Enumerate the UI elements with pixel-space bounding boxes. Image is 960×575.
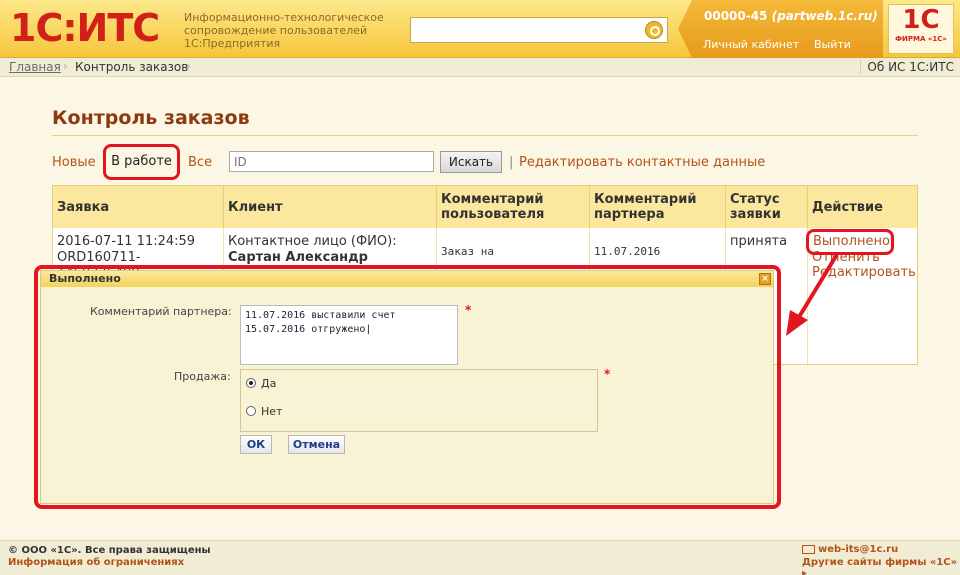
user-code: 00000-45 (partweb.1c.ru) — [704, 9, 878, 23]
breadcrumb: Главная › Контроль заказов › Об ИС 1С:ИТ… — [0, 58, 960, 77]
user-id: 00000-45 — [704, 9, 768, 23]
column-client: Клиент — [224, 186, 437, 228]
logout-link[interactable]: Выйти — [814, 38, 851, 51]
about-link[interactable]: Об ИС 1С:ИТС — [860, 60, 954, 74]
copyright: © ООО «1С». Все права защищены — [8, 545, 211, 556]
page-title: Контроль заказов — [52, 107, 250, 129]
filter-separator: | — [509, 155, 514, 170]
site-tagline: Информационно-технологическое сопровожде… — [184, 11, 384, 50]
brand-logo-caption: ФИРМА «1С» — [895, 35, 947, 43]
search-input[interactable] — [410, 17, 668, 43]
email-text: web-its@1c.ru — [818, 544, 899, 555]
column-user-comment: Комментарий пользователя — [437, 186, 590, 228]
breadcrumb-home[interactable]: Главная — [9, 60, 61, 74]
filter-all[interactable]: Все — [188, 155, 212, 170]
email-link[interactable]: web-its@1c.ru — [802, 544, 898, 555]
firm-1c-logo[interactable]: 1С ФИРМА «1С» — [888, 4, 954, 54]
chevron-right-icon: › — [63, 59, 68, 73]
status-text: принята — [730, 234, 788, 249]
client-name: Сартан Александр — [228, 250, 368, 265]
brand-logo-mark: 1С — [902, 5, 940, 35]
search-button[interactable]: Искать — [440, 151, 502, 173]
annotation-arrow-icon — [786, 254, 838, 336]
order-date: 2016-07-11 11:24:59 — [57, 234, 196, 249]
other-sites-link[interactable]: Другие сайты фирмы «1С» ▸ — [802, 557, 960, 575]
column-status: Статус заявки — [726, 186, 808, 228]
cabinet-link[interactable]: Личный кабинет — [703, 38, 799, 51]
mail-icon — [802, 544, 815, 554]
chevron-right-icon: › — [186, 59, 191, 73]
edit-contacts-link[interactable]: Редактировать контактные данные — [519, 155, 765, 170]
filter-in-work[interactable]: В работе — [103, 144, 180, 180]
partner-comment-text: 11.07.2016 — [594, 245, 661, 258]
user-comment-text: Заказ на — [441, 245, 494, 258]
column-partner-comment: Комментарий партнера — [590, 186, 726, 228]
user-domain: (partweb.1c.ru) — [771, 9, 878, 23]
breadcrumb-current: Контроль заказов — [75, 60, 189, 74]
title-divider — [52, 135, 918, 136]
client-label: Контактное лицо (ФИО): — [228, 234, 397, 249]
its-logo[interactable]: 1С:ИТС — [10, 6, 160, 50]
column-action: Действие — [812, 200, 883, 215]
highlight-frame — [34, 265, 781, 509]
filter-new[interactable]: Новые — [52, 155, 96, 170]
column-order: Заявка — [53, 186, 224, 228]
search-icon[interactable] — [645, 21, 663, 39]
limits-link[interactable]: Информация об ограничениях — [8, 557, 184, 568]
order-id-input[interactable] — [229, 151, 434, 172]
